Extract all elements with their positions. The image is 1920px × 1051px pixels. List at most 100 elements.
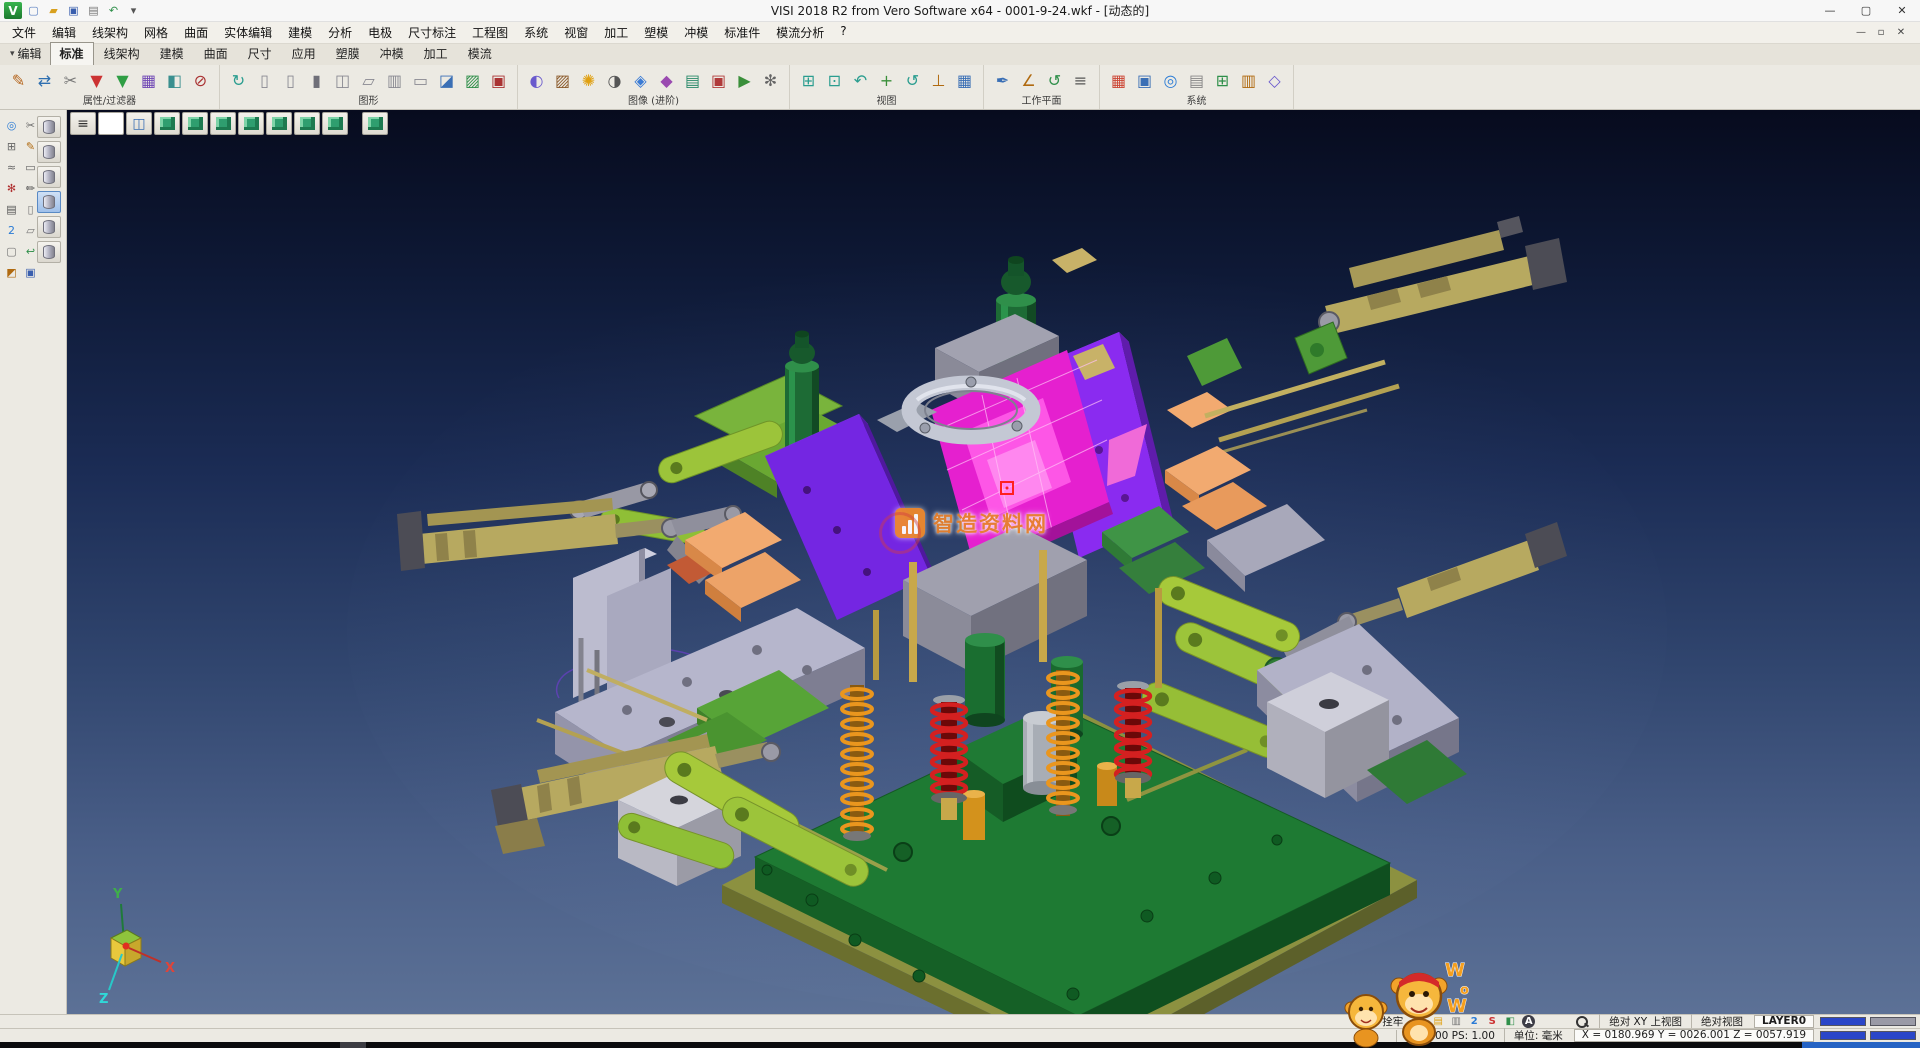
background-icon[interactable]: ▤	[680, 68, 705, 94]
save-disk-icon[interactable]: ▣	[23, 264, 38, 280]
tab-machining[interactable]: 加工	[414, 42, 458, 65]
filter-layer-icon[interactable]: ▦	[136, 68, 161, 94]
snap-s-status-icon[interactable]: S	[1484, 1015, 1500, 1028]
menu-machining[interactable]: 加工	[596, 22, 636, 43]
menu-file[interactable]: 文件	[4, 22, 44, 43]
ribbon-group-label[interactable]: 图形	[226, 95, 511, 108]
iso-view-8-icon[interactable]	[362, 112, 388, 135]
workplane-list-icon[interactable]: ≡	[1068, 68, 1093, 94]
search-icon[interactable]	[1574, 1015, 1589, 1028]
layer-manager-icon[interactable]: ▤	[1184, 68, 1209, 94]
menu-mold[interactable]: 塑模	[636, 22, 676, 43]
curve-icon[interactable]: ≈	[4, 159, 19, 175]
filter-slot-3[interactable]	[37, 166, 61, 188]
sheet-icon[interactable]: ▯	[23, 201, 38, 217]
iso-view-6-icon[interactable]	[294, 112, 320, 135]
wireframe-display-icon[interactable]: ▯	[252, 68, 277, 94]
settings-icon[interactable]: ✻	[4, 180, 19, 196]
tab-modeling[interactable]: 建模	[150, 42, 194, 65]
texture-icon[interactable]: ▨	[550, 68, 575, 94]
cad-model-canvas[interactable]	[67, 110, 1920, 1014]
ribbon-group-label[interactable]: 工作平面	[990, 95, 1093, 108]
element-cut-icon[interactable]: ✂	[58, 68, 83, 94]
perspective-icon[interactable]: ◇	[1262, 68, 1287, 94]
ribbon-group-label[interactable]: 系统	[1106, 95, 1287, 108]
display-settings-icon[interactable]: ▣	[1132, 68, 1157, 94]
snapshot-icon[interactable]: ▣	[706, 68, 731, 94]
advanced-render-icon[interactable]: ✻	[758, 68, 783, 94]
iso-view-3-icon[interactable]	[210, 112, 236, 135]
grid-settings-icon[interactable]: ⊞	[1210, 68, 1235, 94]
ribbon-group-label[interactable]: 视图	[796, 95, 977, 108]
menu-mesh[interactable]: 网格	[136, 22, 176, 43]
data-table-icon[interactable]: ▥	[1236, 68, 1261, 94]
ribbon-group-label[interactable]: 图像 (进阶)	[524, 95, 783, 108]
menu-drafting[interactable]: 工程图	[464, 22, 516, 43]
undo-icon[interactable]: ↶	[105, 3, 122, 19]
stats-icon[interactable]: ◩	[4, 264, 19, 280]
view-normal-icon[interactable]: ⊥	[926, 68, 951, 94]
menu-system[interactable]: 系统	[516, 22, 556, 43]
ribbon-group-label[interactable]: 属性/过滤器	[6, 95, 213, 108]
trim-icon[interactable]: ✂	[23, 117, 38, 133]
iso-view-5-icon[interactable]	[266, 112, 292, 135]
workplane-rotate-icon[interactable]: ↺	[1042, 68, 1067, 94]
save-file-icon[interactable]: ▣	[65, 3, 82, 19]
shadow-icon[interactable]: ◑	[602, 68, 627, 94]
workplane-create-icon[interactable]: ✒	[990, 68, 1015, 94]
blank-view-icon[interactable]	[98, 112, 124, 135]
units-label[interactable]: 单位: 毫米	[1504, 1028, 1572, 1043]
filter-red-icon[interactable]: ▼	[84, 68, 109, 94]
zoom-view-icon[interactable]: ◎	[4, 117, 19, 133]
view-mode[interactable]: 绝对视图	[1691, 1014, 1752, 1029]
return-icon[interactable]: ↩	[23, 243, 38, 259]
filter-slot-4[interactable]	[37, 191, 61, 213]
pattern-view-icon[interactable]: ◫	[126, 112, 152, 135]
zoom-window-icon[interactable]: ⊡	[822, 68, 847, 94]
maximize-button[interactable]: ▢	[1848, 0, 1884, 21]
ucs-cube-status-icon[interactable]: ◧	[1502, 1015, 1518, 1028]
mdi-close-button[interactable]: ✕	[1894, 27, 1908, 38]
viewport-3d[interactable]: ≡ ◫	[67, 110, 1920, 1014]
cylinder-display-icon[interactable]: ▥	[382, 68, 407, 94]
print-icon[interactable]: ▤	[85, 3, 102, 19]
menu-surface[interactable]: 曲面	[176, 22, 216, 43]
active-layer[interactable]: LAYER0	[1754, 1015, 1814, 1028]
iso-view-4-icon[interactable]	[238, 112, 264, 135]
menu-electrode[interactable]: 电极	[360, 22, 400, 43]
pan-view-icon[interactable]: +	[874, 68, 899, 94]
workplane-align-icon[interactable]: ∠	[1016, 68, 1041, 94]
layer-color-swatch[interactable]	[1820, 1017, 1866, 1026]
mdi-minimize-button[interactable]: —	[1854, 27, 1868, 38]
zoom-fit-icon[interactable]: ⊞	[796, 68, 821, 94]
attribute-pen-icon[interactable]: ✎	[6, 68, 31, 94]
menu-die[interactable]: 冲模	[676, 22, 716, 43]
screen-status-icon[interactable]: ▣	[1412, 1015, 1428, 1028]
print-tool-icon[interactable]: ▤	[4, 201, 19, 217]
menu-flow-analysis[interactable]: 模流分析	[768, 22, 832, 43]
menu-help[interactable]: ?	[832, 22, 854, 43]
render-stop-icon[interactable]: ▣	[486, 68, 511, 94]
rect-icon[interactable]: ▭	[23, 159, 38, 175]
menu-dimension[interactable]: 尺寸标注	[400, 22, 464, 43]
view-menu-icon[interactable]: ≡	[70, 112, 96, 135]
tab-dimension[interactable]: 尺寸	[238, 42, 282, 65]
filter-slot-2[interactable]	[37, 141, 61, 163]
pen-icon[interactable]: ✏	[23, 180, 38, 196]
help-2-icon[interactable]: 2	[4, 222, 19, 238]
filter-green-icon[interactable]: ▼	[110, 68, 135, 94]
tab-die[interactable]: 冲模	[370, 42, 414, 65]
material-icon[interactable]: ◆	[654, 68, 679, 94]
menu-standard-parts[interactable]: 标准件	[716, 22, 768, 43]
filter-mask-icon[interactable]: ◧	[162, 68, 187, 94]
regen-display-icon[interactable]: ↻	[226, 68, 251, 94]
palette-status-icon[interactable]: ▤	[1430, 1015, 1446, 1028]
multi-view-icon[interactable]: ▦	[952, 68, 977, 94]
tab-standard[interactable]: 标准	[50, 42, 94, 65]
translucent-display-icon[interactable]: ▱	[356, 68, 381, 94]
close-button[interactable]: ✕	[1884, 0, 1920, 21]
snap-lock-label[interactable]: 拴牢	[1374, 1014, 1411, 1029]
mdi-restore-button[interactable]: ▫	[1874, 27, 1888, 38]
filter-slot-5[interactable]	[37, 216, 61, 238]
filter-slot-6[interactable]	[37, 241, 61, 263]
